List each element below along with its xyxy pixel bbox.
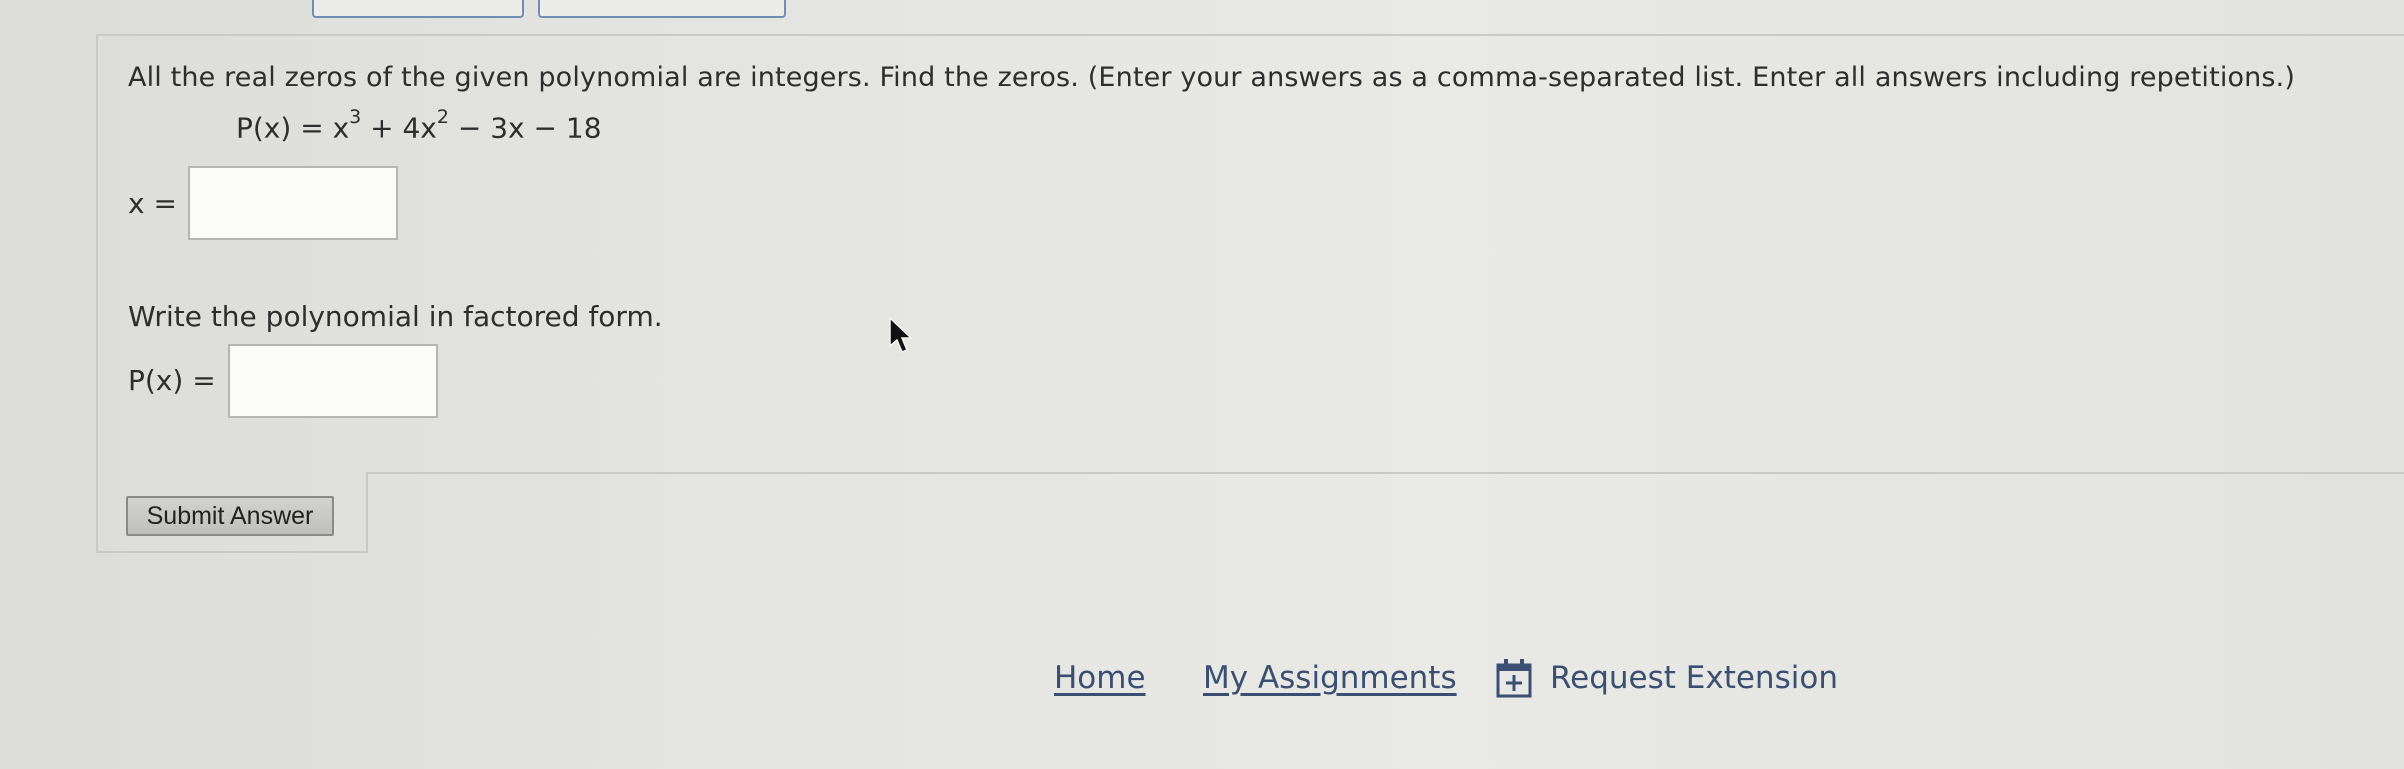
question-panel-border-bottom: [96, 551, 368, 553]
factored-form-prompt: Write the polynomial in factored form.: [128, 300, 663, 333]
question-panel-border-right: [366, 472, 2404, 474]
mouse-cursor-icon: [889, 316, 913, 353]
question-instruction: All the real zeros of the given polynomi…: [128, 62, 2296, 93]
footer-link-home[interactable]: Home: [1054, 660, 1146, 696]
question-panel-border-step: [366, 472, 368, 553]
equation-lhs: P(x) = x: [236, 111, 350, 145]
equation-mid: + 4x: [361, 111, 437, 145]
top-tab-left[interactable]: [312, 0, 524, 18]
zeros-input[interactable]: [188, 166, 398, 240]
calendar-plus-icon[interactable]: [1496, 658, 1532, 698]
factored-label: P(x) =: [128, 364, 216, 397]
equation-exponent-3: 3: [349, 106, 362, 128]
factored-form-input[interactable]: [228, 344, 438, 418]
polynomial-equation: P(x) = x3 + 4x2 − 3x − 18: [236, 106, 602, 145]
footer-link-request-extension[interactable]: Request Extension: [1550, 660, 1838, 696]
equation-tail: − 3x − 18: [448, 111, 602, 145]
footer-link-my-assignments[interactable]: My Assignments: [1203, 660, 1457, 696]
zeros-label: x =: [128, 187, 177, 220]
submit-answer-button[interactable]: Submit Answer: [126, 496, 334, 536]
question-panel-border-top: [96, 34, 2404, 36]
question-panel-border-left: [96, 34, 98, 552]
top-tab-right[interactable]: [538, 0, 786, 18]
equation-exponent-2: 2: [436, 106, 449, 128]
